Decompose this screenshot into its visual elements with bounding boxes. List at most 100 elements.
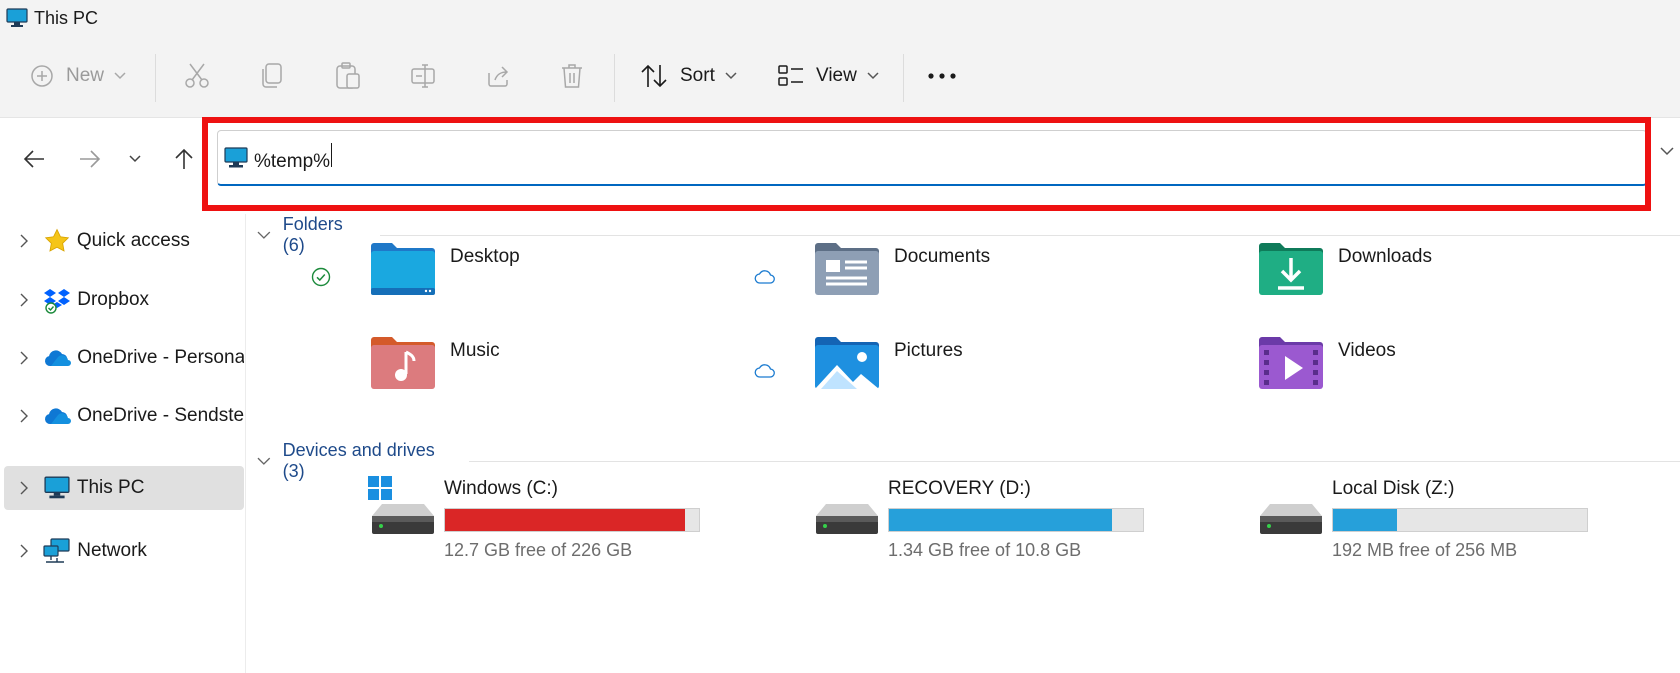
expand-chevron-icon[interactable] (4, 544, 43, 558)
recent-locations-button[interactable] (118, 142, 152, 176)
share-icon (488, 66, 509, 87)
folder-tile-documents[interactable]: Documents (754, 238, 1154, 314)
drive-tile-d[interactable]: RECOVERY (D:) 1.34 GB free of 10.8 GB (812, 476, 1152, 566)
view-list-icon (778, 65, 803, 86)
sidebar-item-onedrive-personal[interactable]: OneDrive - Personal (4, 336, 244, 380)
copy-icon (262, 63, 282, 88)
sidebar-item-label: Network (77, 540, 147, 561)
cloud-icon (754, 360, 776, 382)
expand-chevron-icon[interactable] (4, 293, 43, 307)
address-dropdown-chevron-icon[interactable] (1660, 147, 1674, 156)
sort-button[interactable]: Sort (640, 58, 737, 94)
expand-chevron-icon[interactable] (4, 234, 43, 248)
expand-chevron-icon[interactable] (4, 481, 43, 495)
toolbar-divider (155, 54, 156, 102)
sidebar-item-this-pc[interactable]: This PC (4, 466, 244, 510)
pictures-folder-icon (815, 337, 879, 389)
copy-button[interactable] (260, 58, 284, 94)
paste-button[interactable] (335, 58, 361, 94)
drive-name: Local Disk (Z:) (1332, 478, 1455, 499)
expand-chevron-icon[interactable] (4, 409, 43, 423)
back-button[interactable] (17, 142, 51, 176)
arrow-right-icon (80, 150, 101, 168)
delete-button[interactable] (560, 58, 584, 94)
toolbar-divider (614, 54, 615, 102)
sort-label: Sort (680, 65, 715, 86)
toolbar-divider (903, 54, 904, 102)
onedrive-icon (43, 402, 72, 430)
network-icon (43, 537, 71, 565)
sidebar-item-dropbox[interactable]: Dropbox (4, 278, 244, 322)
folder-tile-videos[interactable]: Videos (1198, 332, 1598, 408)
drive-usage-bar (444, 508, 700, 532)
chevron-down-icon (114, 72, 126, 80)
share-button[interactable] (485, 58, 511, 94)
folder-tile-pictures[interactable]: Pictures (754, 332, 1154, 408)
scissors-icon (185, 63, 209, 88)
desktop-folder-icon (371, 243, 435, 295)
drive-usage-bar (1332, 508, 1588, 532)
expand-chevron-icon[interactable] (4, 351, 43, 365)
drive-tile-c[interactable]: Windows (C:) 12.7 GB free of 226 GB (368, 476, 708, 566)
text-caret (331, 142, 333, 167)
navigation-pane: Quick access Dropbox OneDrive - Personal… (0, 214, 246, 673)
downloads-folder-icon (1259, 243, 1323, 295)
forward-button[interactable] (73, 142, 107, 176)
collapse-chevron-icon[interactable] (257, 231, 271, 240)
sort-icon (641, 64, 667, 88)
trash-icon (562, 64, 582, 88)
cloud-icon (754, 266, 776, 288)
sidebar-item-label: Dropbox (77, 289, 150, 310)
star-icon (43, 227, 71, 255)
drive-free-space: 192 MB free of 256 MB (1332, 540, 1518, 560)
dropbox-icon (43, 286, 71, 314)
sidebar-item-onedrive-sendstep[interactable]: OneDrive - Sendstep (4, 394, 244, 438)
drive-usage-fill (889, 509, 1112, 531)
chevron-down-icon (867, 72, 879, 80)
more-options-button[interactable] (927, 58, 957, 94)
rename-icon (411, 64, 435, 88)
drive-name: RECOVERY (D:) (888, 478, 1031, 499)
up-button[interactable] (167, 142, 201, 176)
sidebar-item-network[interactable]: Network (4, 529, 244, 573)
sidebar-item-label: Quick access (76, 230, 190, 251)
sidebar-item-label: OneDrive - Sendstep (77, 405, 244, 426)
arrow-up-icon (175, 148, 193, 169)
new-button[interactable]: New (30, 58, 126, 94)
folder-name: Documents (894, 246, 991, 267)
folder-tile-downloads[interactable]: Downloads (1198, 238, 1598, 314)
chevron-down-icon (725, 72, 737, 80)
folder-name: Downloads (1338, 246, 1432, 267)
paste-icon (336, 62, 360, 89)
folder-name: Desktop (450, 246, 520, 267)
pc-icon (6, 8, 28, 27)
drive-usage-bar (888, 508, 1144, 532)
rename-button[interactable] (410, 58, 436, 94)
onedrive-icon (43, 344, 72, 372)
command-bar: New Sort View (0, 36, 1680, 118)
folder-name: Videos (1338, 340, 1396, 361)
folder-tile-music[interactable]: Music (310, 332, 710, 408)
address-input[interactable]: %temp% (254, 142, 1154, 173)
documents-folder-icon (815, 243, 879, 295)
hard-drive-icon (1260, 504, 1322, 534)
window-title: This PC (34, 7, 99, 28)
folder-tile-desktop[interactable]: Desktop (310, 238, 710, 314)
videos-folder-icon (1259, 337, 1323, 389)
drive-tile-z[interactable]: Local Disk (Z:) 192 MB free of 256 MB (1256, 476, 1596, 566)
drive-usage-fill (1333, 509, 1397, 531)
folder-name: Music (450, 340, 500, 361)
synced-check-icon (310, 266, 332, 288)
drive-free-space: 1.34 GB free of 10.8 GB (888, 540, 1082, 560)
navigation-row: %temp% (0, 118, 1680, 214)
cut-button[interactable] (184, 58, 210, 94)
address-bar[interactable]: %temp% (217, 130, 1674, 186)
chevron-down-icon (129, 155, 141, 163)
title-bar: This PC (0, 0, 1680, 36)
view-button[interactable]: View (778, 58, 879, 94)
pc-icon (224, 146, 248, 167)
sidebar-item-label: OneDrive - Personal (77, 347, 244, 368)
sidebar-item-quick-access[interactable]: Quick access (4, 219, 244, 263)
collapse-chevron-icon[interactable] (257, 457, 271, 466)
windows-drive-icon (368, 476, 434, 534)
